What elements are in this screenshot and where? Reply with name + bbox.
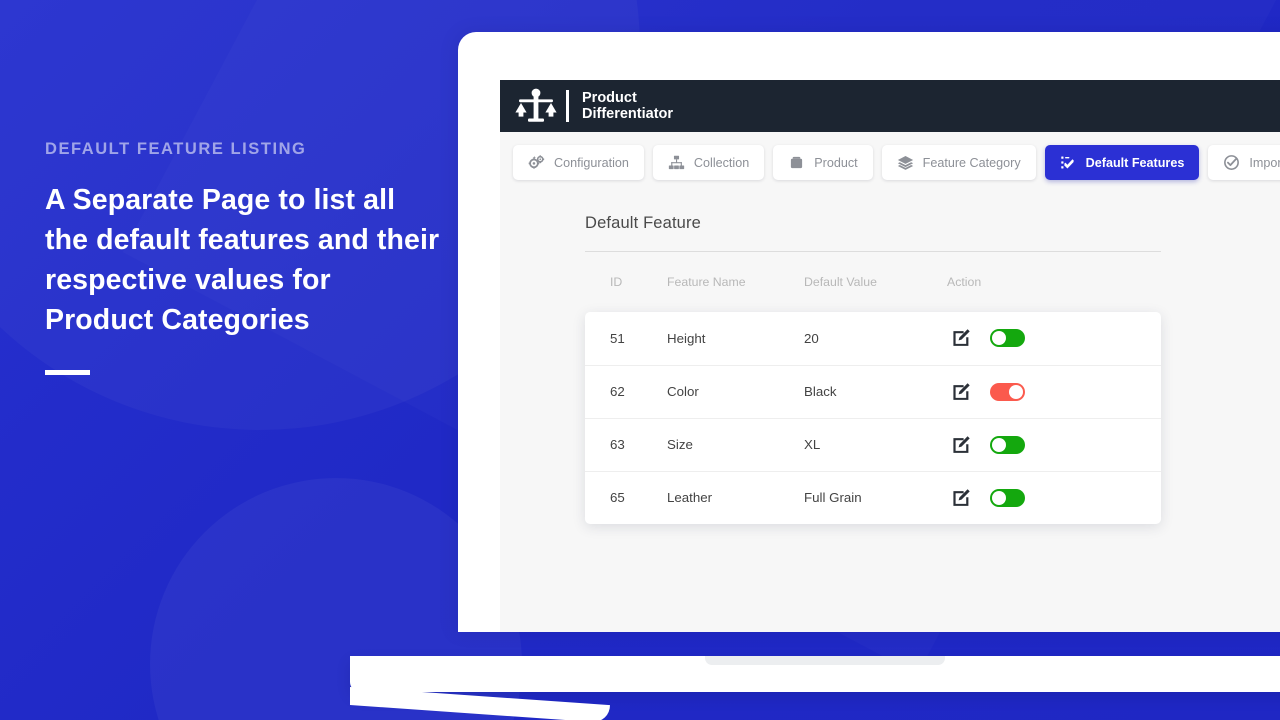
cell-value: XL <box>804 417 947 471</box>
tab-feature-category[interactable]: Feature Category <box>881 145 1036 180</box>
cell-action <box>947 470 1161 524</box>
toggle-knob <box>992 437 1006 452</box>
edit-pencil-icon[interactable] <box>951 435 971 455</box>
tab-product[interactable]: Product <box>773 145 873 180</box>
tab-bar: Configuration Collection Product Feature… <box>500 132 1280 180</box>
cell-name: Size <box>667 417 804 471</box>
tab-import-products-label: Import Products <box>1249 155 1280 170</box>
tab-default-features[interactable]: Default Features <box>1044 145 1200 180</box>
status-toggle[interactable] <box>990 488 1025 507</box>
cell-name: Height <box>667 330 706 346</box>
status-toggle[interactable] <box>990 382 1025 401</box>
feature-table: 51 Height 20 62 Color Black 63 Size XL 6… <box>585 312 1161 524</box>
table-header-row: ID Feature Name Default Value Action <box>585 275 1161 312</box>
toggle-knob <box>992 331 1006 346</box>
edit-pencil-icon[interactable] <box>951 382 971 402</box>
cell-name: Color <box>667 364 804 418</box>
layers-icon <box>897 156 913 170</box>
cell-value: Full Grain <box>804 470 947 524</box>
tab-configuration-label: Configuration <box>554 155 629 170</box>
tab-product-label: Product <box>814 155 858 170</box>
table-row: 51 Height 20 <box>585 312 1161 365</box>
laptop-base <box>350 656 1280 692</box>
app-title-line1: Product <box>582 89 637 106</box>
briefcase-icon <box>791 156 803 169</box>
table-row: 62 Color Black <box>585 364 1161 418</box>
cell-action <box>947 364 1161 418</box>
tab-import-products[interactable]: Import Products <box>1208 145 1280 180</box>
column-header-id: ID <box>610 275 623 289</box>
check-circle-icon <box>1224 155 1240 170</box>
table-row: 63 Size XL <box>585 417 1161 471</box>
tab-collection[interactable]: Collection <box>652 145 765 180</box>
panel-title: Default Feature <box>585 214 701 232</box>
promo-headline: A Separate Page to list all the default … <box>45 184 440 336</box>
feature-table-card: 51 Height 20 62 Color Black 63 Size XL 6… <box>585 312 1161 524</box>
app-title-line2: Differentiator <box>582 106 674 122</box>
panel-content: Default Feature ID Feature Name Default … <box>500 180 1280 524</box>
cell-id: 51 <box>610 330 625 346</box>
cell-action <box>947 312 1161 365</box>
edit-pencil-icon[interactable] <box>951 488 971 508</box>
column-header-name: Feature Name <box>667 275 746 289</box>
column-header-value: Default Value <box>804 275 877 289</box>
cell-name: Leather <box>667 470 804 524</box>
tab-default-features-label: Default Features <box>1085 155 1185 170</box>
feature-table-header: ID Feature Name Default Value Action <box>585 275 1161 312</box>
app-header: Product Differentiator <box>500 80 1280 132</box>
table-row: 65 Leather Full Grain <box>585 470 1161 524</box>
toggle-knob <box>1009 384 1023 399</box>
cell-action <box>947 417 1161 471</box>
cell-id: 62 <box>585 364 667 418</box>
cell-id: 65 <box>585 470 667 524</box>
cell-value: 20 <box>804 330 819 346</box>
promo-copy: DEFAULT FEATURE LISTING A Separate Page … <box>45 140 445 375</box>
laptop-lid: Product Differentiator Configuration Col… <box>458 32 1280 632</box>
toggle-knob <box>992 490 1006 505</box>
gears-icon <box>528 155 545 169</box>
column-header-action: Action <box>947 275 982 289</box>
status-toggle[interactable] <box>990 435 1025 454</box>
app-title: Product Differentiator <box>582 90 673 123</box>
logo-divider <box>566 90 569 122</box>
tab-feature-category-label: Feature Category <box>922 155 1021 170</box>
laptop-mockup: Product Differentiator Configuration Col… <box>350 32 1280 720</box>
promo-rule <box>45 370 90 375</box>
app-screen: Product Differentiator Configuration Col… <box>500 80 1280 632</box>
tab-collection-label: Collection <box>693 155 750 170</box>
tab-configuration[interactable]: Configuration <box>513 145 644 180</box>
checklist-icon <box>1060 156 1074 169</box>
promo-eyebrow: DEFAULT FEATURE LISTING <box>45 140 307 158</box>
sitemap-icon <box>668 155 685 170</box>
balance-scale-icon <box>515 88 557 122</box>
cell-value: Black <box>804 364 947 418</box>
panel-divider <box>585 251 1161 252</box>
edit-pencil-icon[interactable] <box>951 328 971 348</box>
cell-id: 63 <box>585 417 667 471</box>
status-toggle[interactable] <box>990 329 1025 348</box>
